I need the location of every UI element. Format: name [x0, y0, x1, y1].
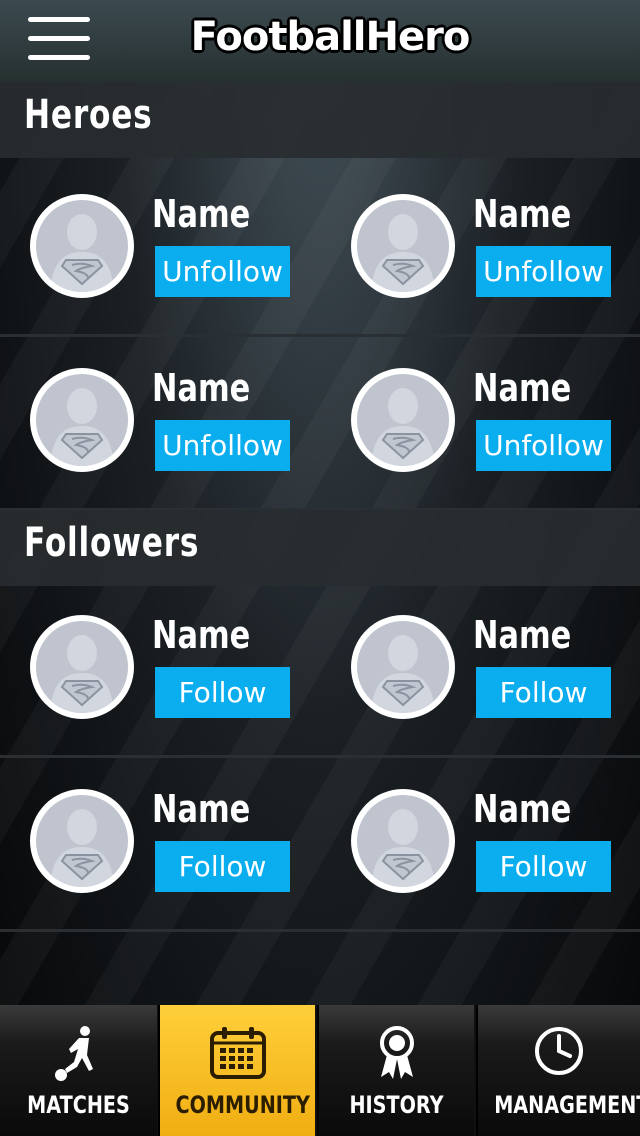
hero-name: Name — [152, 192, 251, 236]
hero-card: Name Unfollow — [321, 162, 640, 334]
follow-button[interactable]: Follow — [476, 667, 611, 718]
hero-card: Name Unfollow — [321, 336, 640, 508]
tab-history[interactable]: HISTORY — [317, 1005, 474, 1136]
tab-community[interactable]: COMMUNITY — [158, 1005, 315, 1136]
tab-label: COMMUNITY — [175, 1091, 310, 1119]
heroes-section-header: Heroes — [0, 82, 640, 158]
hero-name: Name — [473, 192, 572, 236]
heroes-title: Heroes — [24, 92, 153, 138]
bottom-tab-bar: MATCHES COMMUNITY HISTORY MANAGEMENT — [0, 1005, 640, 1136]
award-ribbon-icon — [379, 1026, 414, 1079]
follower-card: Name Follow — [0, 583, 320, 755]
hero-name: Name — [473, 366, 572, 410]
avatar[interactable] — [351, 368, 455, 472]
follower-name: Name — [473, 613, 572, 657]
followers-row: Name Follow Name Follow — [0, 757, 640, 932]
hero-card: Name Unfollow — [0, 162, 320, 334]
follower-name: Name — [152, 787, 251, 831]
superman-avatar-icon — [36, 795, 128, 887]
unfollow-button[interactable]: Unfollow — [155, 420, 290, 471]
tab-label: MANAGEMENT — [494, 1091, 640, 1119]
superman-avatar-icon — [357, 200, 449, 292]
superman-avatar-icon — [36, 200, 128, 292]
hamburger-menu-icon[interactable] — [28, 17, 90, 61]
hero-card: Name Unfollow — [0, 336, 320, 508]
tab-matches[interactable]: MATCHES — [0, 1005, 157, 1136]
follower-name: Name — [473, 787, 572, 831]
top-bar: FootballHero — [0, 0, 640, 82]
superman-avatar-icon — [357, 795, 449, 887]
app-logo: FootballHero — [190, 14, 471, 60]
follow-button[interactable]: Follow — [476, 841, 611, 892]
superman-avatar-icon — [357, 621, 449, 713]
follower-name: Name — [152, 613, 251, 657]
avatar[interactable] — [30, 789, 134, 893]
followers-section-header: Followers — [0, 510, 640, 586]
unfollow-button[interactable]: Unfollow — [155, 246, 290, 297]
follow-button[interactable]: Follow — [155, 841, 290, 892]
soccer-player-icon — [54, 1026, 93, 1081]
followers-title: Followers — [24, 520, 200, 566]
tab-management[interactable]: MANAGEMENT — [476, 1005, 640, 1136]
heroes-row: Name Unfollow Name Unfollow — [0, 336, 640, 511]
unfollow-button[interactable]: Unfollow — [476, 246, 611, 297]
follower-card: Name Follow — [321, 757, 640, 929]
tab-label: HISTORY — [349, 1091, 444, 1119]
avatar[interactable] — [30, 368, 134, 472]
clock-icon — [535, 1027, 583, 1075]
superman-avatar-icon — [357, 374, 449, 466]
avatar[interactable] — [351, 789, 455, 893]
heroes-row: Name Unfollow Name Unfollow — [0, 162, 640, 337]
follow-button[interactable]: Follow — [155, 667, 290, 718]
follower-card: Name Follow — [321, 583, 640, 755]
superman-avatar-icon — [36, 621, 128, 713]
follower-card: Name Follow — [0, 757, 320, 929]
avatar[interactable] — [351, 615, 455, 719]
hero-name: Name — [152, 366, 251, 410]
unfollow-button[interactable]: Unfollow — [476, 420, 611, 471]
avatar[interactable] — [30, 194, 134, 298]
avatar[interactable] — [351, 194, 455, 298]
tab-label: MATCHES — [27, 1091, 130, 1119]
avatar[interactable] — [30, 615, 134, 719]
followers-row: Name Follow Name Follow — [0, 583, 640, 758]
calendar-icon — [209, 1027, 266, 1079]
superman-avatar-icon — [36, 374, 128, 466]
